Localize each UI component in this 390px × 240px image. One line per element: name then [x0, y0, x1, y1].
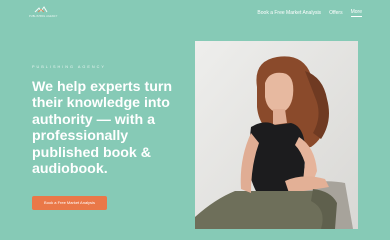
- logo[interactable]: PUBLISHING AGENCY: [29, 6, 58, 20]
- hero-eyebrow: PUBLISHING AGENCY: [32, 65, 106, 69]
- nav-link-offers[interactable]: Offers: [329, 10, 343, 16]
- portrait-illustration: [195, 41, 358, 229]
- hero-portrait-photo: [195, 41, 358, 229]
- logo-icon: [34, 6, 48, 13]
- hero-headline: We help experts turn their knowledge int…: [32, 79, 173, 178]
- main-nav: Book a Free Market Analysis Offers More: [249, 9, 362, 17]
- page: PUBLISHING AGENCY Book a Free Market Ana…: [0, 0, 390, 240]
- logo-text: PUBLISHING AGENCY: [29, 15, 58, 18]
- market-analysis-button[interactable]: Book a Free Market Analysis: [32, 196, 107, 210]
- nav-link-market-analysis[interactable]: Book a Free Market Analysis: [257, 10, 321, 16]
- nav-link-more[interactable]: More: [350, 9, 362, 17]
